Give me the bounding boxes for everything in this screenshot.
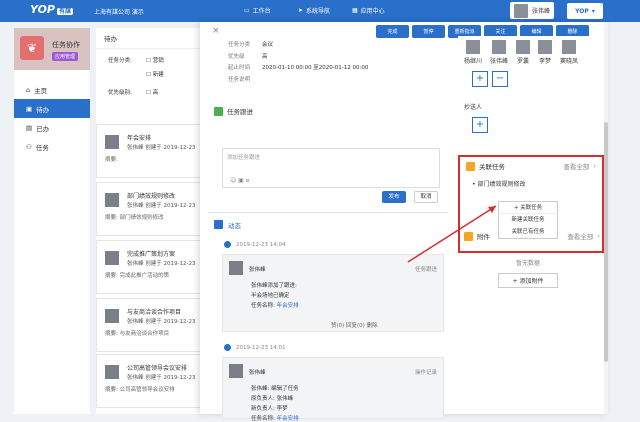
annotation-arrow	[407, 205, 497, 263]
task-link[interactable]: 年会安排	[277, 416, 299, 422]
scrollbar[interactable]	[604, 22, 608, 414]
